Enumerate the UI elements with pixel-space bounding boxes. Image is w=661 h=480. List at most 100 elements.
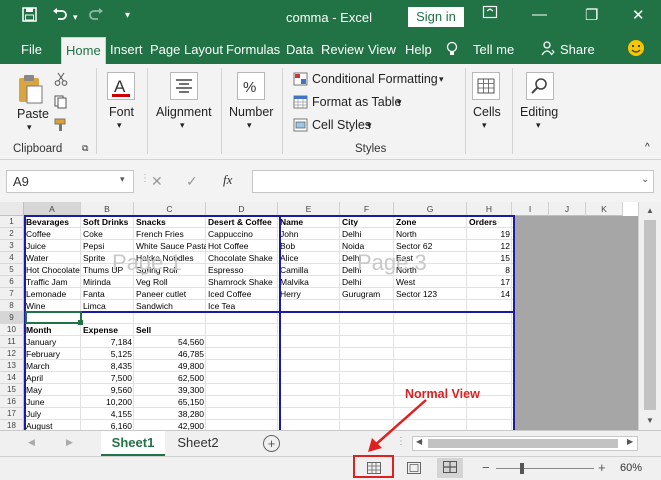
zoom-level[interactable]: 60% [620,462,642,474]
worksheet-grid[interactable]: ABCDEFGHIJK 1 2 3 4 5 6 7 8 9 10 11 12 13 14 15 16 17 18 … [0,202,661,430]
alignment-group-button[interactable]: Alignment [156,105,212,119]
active-cell-a9[interactable] [25,311,82,324]
fill-handle[interactable] [78,320,83,325]
row-header-2[interactable]: 2 [0,228,24,240]
row-header-1[interactable]: 1 [0,216,24,228]
row-header-12[interactable]: 12 [0,348,24,360]
format-as-table-icon[interactable] [293,95,308,109]
cells-group-button[interactable]: Cells [473,105,501,119]
tab-view[interactable]: View [368,42,396,57]
column-header-h[interactable]: H [467,202,512,216]
scroll-right-icon[interactable]: ▶ [627,437,633,446]
format-as-table-button[interactable]: Format as Table [312,95,401,109]
customize-toolbar-icon[interactable]: ▾ [125,10,130,21]
name-box[interactable]: A9 [6,170,134,193]
cut-icon[interactable] [54,72,68,86]
tab-page-layout[interactable]: Page Layout [150,42,223,57]
row-header-3[interactable]: 3 [0,240,24,252]
column-header-a[interactable]: A [24,202,81,216]
row-header-13[interactable]: 13 [0,360,24,372]
tab-review[interactable]: Review [321,42,364,57]
tab-file[interactable]: File [21,42,42,57]
paste-icon[interactable] [16,74,44,109]
row-header-14[interactable]: 14 [0,372,24,384]
column-header-e[interactable]: E [278,202,340,216]
select-all-corner[interactable] [0,202,24,216]
row-header-9[interactable]: 9 [0,312,24,324]
sheet-tab-sheet1[interactable]: Sheet1 [101,431,165,457]
column-header-b[interactable]: B [81,202,134,216]
font-group-button[interactable]: Font [109,105,134,119]
column-header-i[interactable]: I [512,202,549,216]
row-header-18[interactable]: 18 [0,420,24,430]
new-sheet-button[interactable]: + [263,435,280,452]
undo-icon[interactable] [52,7,68,26]
horizontal-scroll-thumb[interactable] [428,439,618,448]
smiley-feedback-icon[interactable] [627,39,645,60]
tab-help[interactable]: Help [405,42,432,57]
conditional-formatting-icon[interactable] [293,72,308,86]
editing-search-icon[interactable] [526,72,554,100]
restore-button[interactable]: ❐ [585,6,598,24]
cells-icon[interactable] [472,72,500,100]
row-header-7[interactable]: 7 [0,288,24,300]
column-header-c[interactable]: C [134,202,206,216]
column-header-j[interactable]: J [549,202,586,216]
cell-styles-button[interactable]: Cell Styles [312,118,371,132]
row-header-6[interactable]: 6 [0,276,24,288]
share-button[interactable]: Share [560,42,595,57]
editing-group-button[interactable]: Editing [520,105,558,119]
copy-icon[interactable] [54,95,68,109]
scroll-up-icon[interactable]: ▲ [646,206,654,215]
undo-dropdown-icon[interactable]: ▾ [73,12,78,23]
vertical-scrollbar[interactable]: ▲ ▼ [638,202,661,430]
cancel-entry-icon[interactable]: ✕ [151,173,163,190]
scroll-down-icon[interactable]: ▼ [646,416,654,425]
tab-formulas[interactable]: Formulas [226,42,280,57]
column-header-k[interactable]: K [586,202,623,216]
tab-insert[interactable]: Insert [110,42,143,57]
tab-home[interactable]: Home [61,37,106,64]
sheet-tab-sheet2[interactable]: Sheet2 [168,431,228,457]
name-box-dropdown-icon[interactable]: ▾ [120,174,125,185]
enter-entry-icon[interactable]: ✓ [186,173,198,190]
cells-dropdown-icon[interactable]: ▾ [482,120,487,131]
row-header-17[interactable]: 17 [0,408,24,420]
clipboard-dialog-launcher-icon[interactable]: ⧉ [82,143,88,154]
zoom-out-button[interactable]: − [482,460,490,475]
zoom-slider-thumb[interactable] [520,463,524,474]
number-group-button[interactable]: Number [229,105,273,119]
collapse-ribbon-icon[interactable]: ^ [645,142,650,153]
conditional-formatting-button[interactable]: Conditional Formatting [312,72,438,86]
paste-dropdown-icon[interactable]: ▾ [27,122,32,133]
format-painter-icon[interactable] [54,118,68,132]
row-header-4[interactable]: 4 [0,252,24,264]
close-button[interactable]: ✕ [632,6,645,24]
row-header-16[interactable]: 16 [0,396,24,408]
scroll-sheets-right-icon[interactable]: ▶ [66,437,73,448]
row-header-5[interactable]: 5 [0,264,24,276]
row-header-11[interactable]: 11 [0,336,24,348]
alignment-icon[interactable] [170,72,198,100]
horizontal-scrollbar[interactable]: ◀ ▶ [412,436,638,451]
font-icon[interactable]: A [107,72,135,100]
alignment-dropdown-icon[interactable]: ▾ [180,120,185,131]
vertical-scroll-thumb[interactable] [644,220,656,410]
formula-input[interactable] [252,170,654,193]
page-break-preview-button[interactable] [437,458,463,478]
format-as-table-dropdown-icon[interactable]: ▾ [397,97,402,108]
tab-data[interactable]: Data [286,42,313,57]
expand-formula-bar-icon[interactable]: ⌄ [641,174,649,185]
zoom-slider[interactable] [496,468,594,469]
column-header-g[interactable]: G [394,202,467,216]
font-dropdown-icon[interactable]: ▾ [117,120,122,131]
tell-me-search[interactable]: Tell me [473,42,514,57]
insert-function-icon[interactable]: fx [223,172,232,188]
column-header-d[interactable]: D [206,202,278,216]
number-format-icon[interactable]: % [237,72,265,100]
number-dropdown-icon[interactable]: ▾ [247,120,252,131]
ribbon-display-options-icon[interactable] [482,4,498,24]
scroll-sheets-left-icon[interactable]: ◀ [28,437,35,448]
column-header-f[interactable]: F [340,202,394,216]
zoom-in-button[interactable]: + [598,460,606,475]
